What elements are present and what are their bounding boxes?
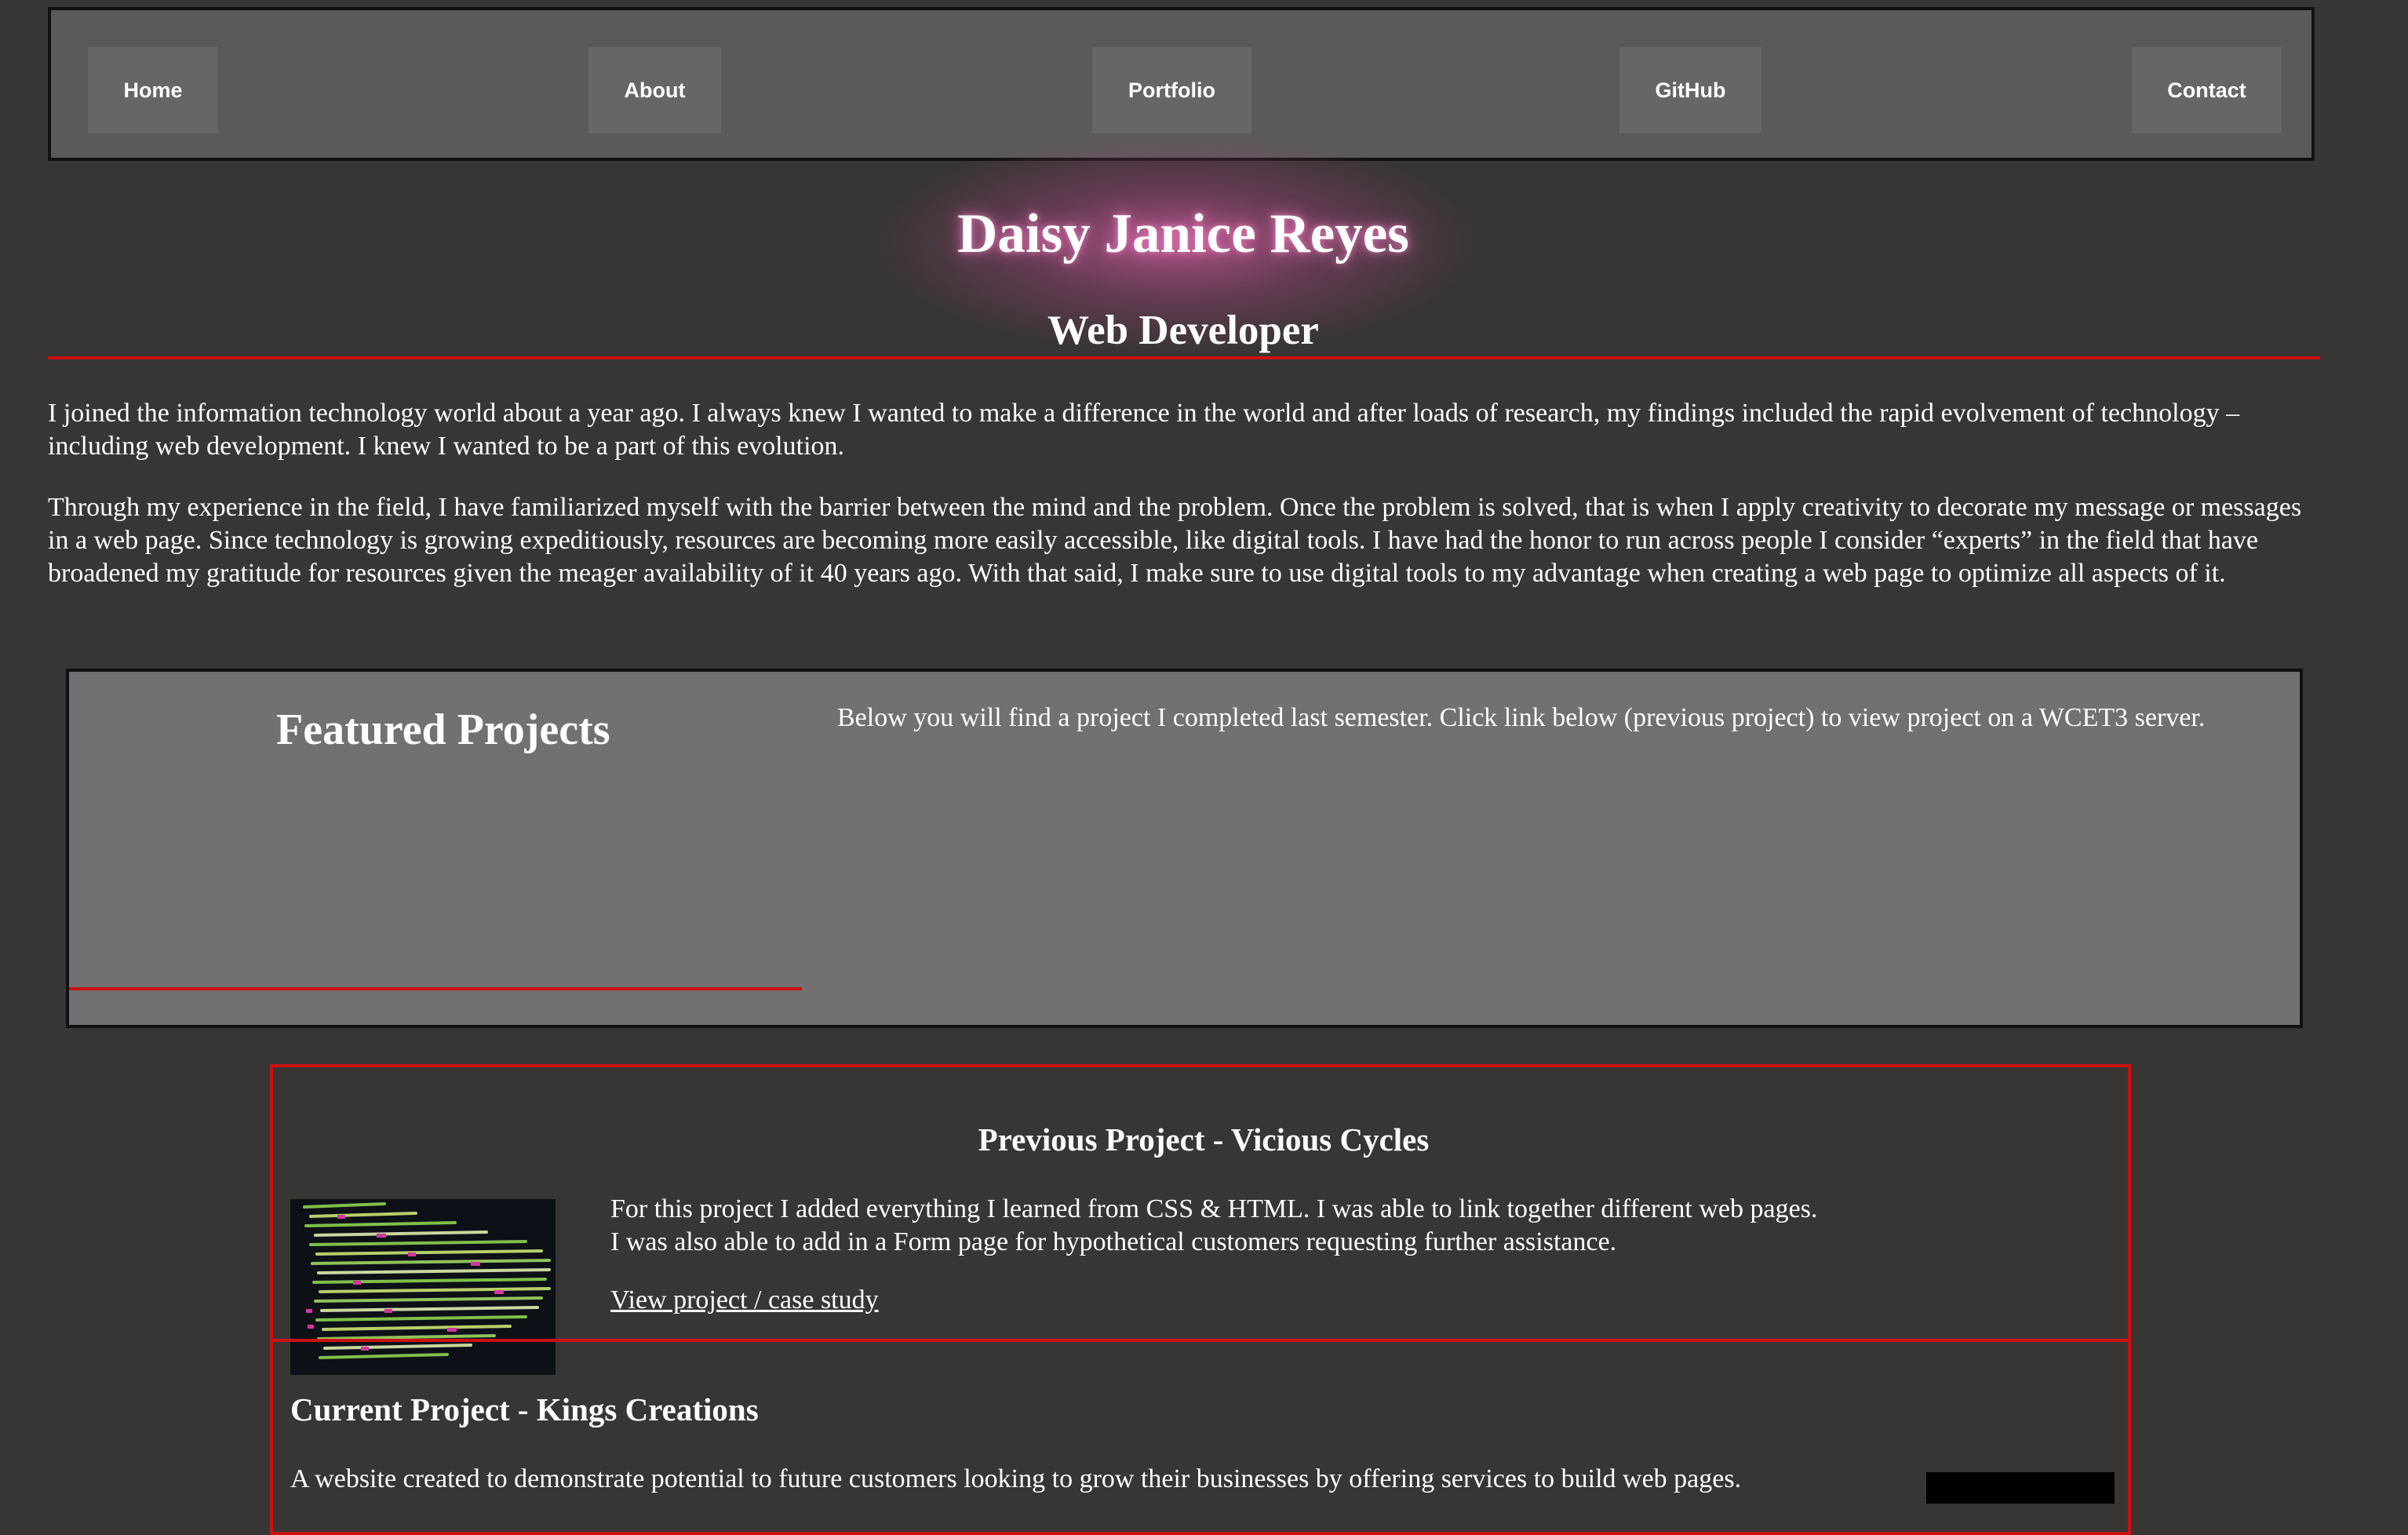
nav-home-button[interactable]: Home bbox=[88, 47, 218, 133]
previous-project-line-2: I was also able to add in a Form page fo… bbox=[610, 1227, 1617, 1256]
view-project-link[interactable]: View project / case study bbox=[610, 1285, 879, 1315]
previous-project-heading: Previous Project - Vicious Cycles bbox=[978, 1121, 1430, 1158]
featured-projects-panel: Featured Projects Below you will find a … bbox=[66, 669, 2303, 1028]
previous-project-line-1: For this project I added everything I le… bbox=[610, 1194, 1818, 1223]
nav-contact-button[interactable]: Contact bbox=[2132, 47, 2282, 133]
nav-portfolio-button[interactable]: Portfolio bbox=[1092, 47, 1251, 133]
header-divider bbox=[48, 356, 2320, 359]
code-image-icon bbox=[290, 1199, 556, 1375]
featured-projects-intro: Below you will find a project I complete… bbox=[837, 703, 2206, 732]
current-project-description: A website created to demonstrate potenti… bbox=[290, 1464, 1742, 1493]
featured-divider bbox=[69, 987, 802, 990]
about-paragraph-2: Through my experience in the field, I ha… bbox=[48, 493, 2302, 588]
nav-github-button[interactable]: GitHub bbox=[1619, 47, 1761, 133]
page-title: Daisy Janice Reyes bbox=[957, 203, 1409, 264]
code-screenshot-thumbnail bbox=[290, 1199, 556, 1375]
nav-about-button[interactable]: About bbox=[588, 47, 721, 133]
about-paragraph-1: I joined the information technology worl… bbox=[48, 399, 2240, 461]
featured-projects-heading: Featured Projects bbox=[276, 706, 610, 754]
current-project-image bbox=[1926, 1472, 2115, 1504]
previous-project-description: For this project I added everything I le… bbox=[610, 1193, 1817, 1259]
projects-box: Previous Project - Vicious Cycles For th… bbox=[270, 1064, 2131, 1535]
subtitle-role: Web Developer bbox=[1047, 308, 1319, 353]
projects-divider bbox=[273, 1339, 2128, 1342]
current-project-heading: Current Project - Kings Creations bbox=[290, 1391, 759, 1427]
